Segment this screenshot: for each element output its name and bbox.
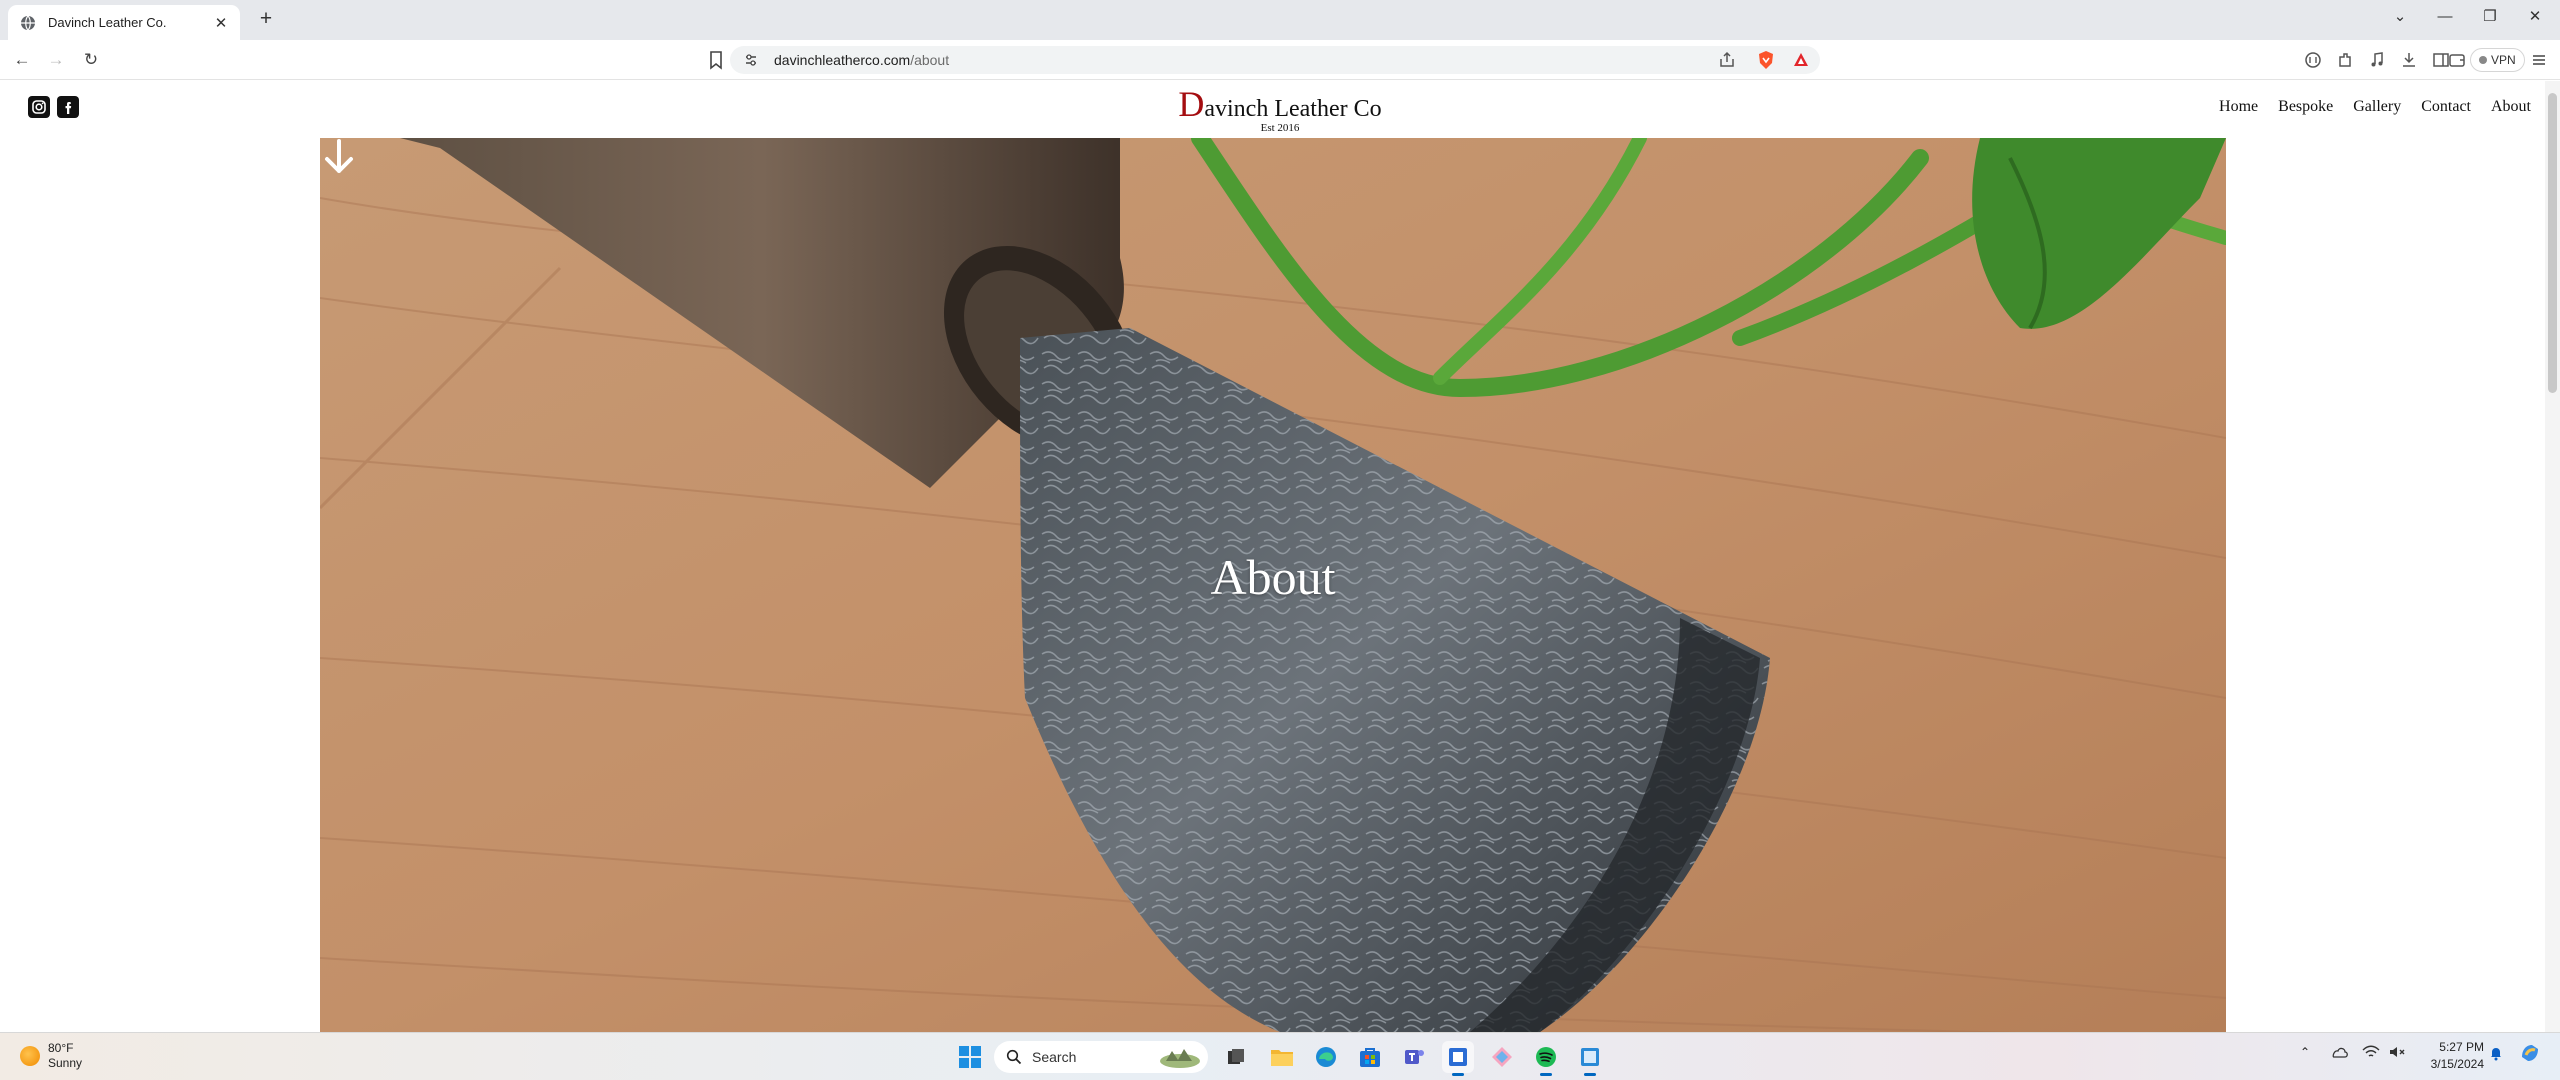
url-bar[interactable]: davinchleatherco.com/about (730, 46, 1820, 74)
site-header: Davinch Leather Co Est 2016 Home Bespoke… (0, 81, 2545, 138)
word-document-icon[interactable] (1442, 1041, 1474, 1076)
nav-gallery[interactable]: Gallery (2353, 98, 2401, 116)
brand-initial: D (1178, 84, 1205, 124)
weather-temperature: 80°F (48, 1041, 74, 1055)
clock-time: 5:27 PM (2439, 1040, 2484, 1054)
running-app-indicator (1540, 1073, 1552, 1076)
taskbar-search-label: Search (1032, 1049, 1077, 1065)
tab-search-chevron-icon[interactable]: ⌄ (2380, 2, 2420, 30)
brand-established: Est 2016 (1260, 122, 1300, 134)
scroll-down-arrow-icon[interactable] (320, 138, 358, 176)
photos-app-icon[interactable] (1486, 1041, 1518, 1073)
active-app-indicator (1452, 1073, 1464, 1076)
volume-muted-icon[interactable] (2388, 1045, 2406, 1062)
brave-shields-icon[interactable] (1755, 49, 1777, 71)
page-scrollbar[interactable] (2545, 81, 2560, 1032)
brave-rewards-icon[interactable] (1790, 49, 1812, 71)
instagram-icon[interactable] (28, 96, 50, 118)
weather-condition: Sunny (48, 1056, 83, 1070)
nav-about[interactable]: About (2491, 98, 2531, 116)
nav-home[interactable]: Home (2219, 98, 2258, 116)
task-view-icon[interactable] (1220, 1041, 1252, 1073)
menu-icon[interactable] (2528, 49, 2550, 71)
nav-bespoke[interactable]: Bespoke (2278, 98, 2333, 116)
site-nav: Home Bespoke Gallery Contact About (2219, 98, 2531, 116)
file-explorer-icon[interactable] (1266, 1041, 1298, 1073)
clock-date: 3/15/2024 (2430, 1057, 2484, 1071)
search-icon (1006, 1049, 1022, 1065)
spotify-icon[interactable] (1530, 1041, 1562, 1076)
hero-title: About (1210, 549, 1336, 605)
running-app-indicator (1584, 1073, 1596, 1076)
share-icon[interactable] (1716, 49, 1738, 71)
browser-toolbar: ← → ↻ davinchleatherco.com/about VPN (0, 40, 2560, 80)
wallet-icon[interactable] (2446, 49, 2468, 71)
hero-section: About (320, 138, 2226, 1032)
wifi-icon[interactable] (2362, 1045, 2380, 1062)
facebook-icon[interactable] (57, 96, 79, 118)
weather-widget[interactable]: 80°F Sunny (20, 1041, 82, 1071)
close-window-button[interactable]: ✕ (2515, 2, 2555, 30)
vpn-label: VPN (2491, 53, 2516, 67)
scrollbar-thumb[interactable] (2548, 93, 2557, 393)
search-highlight-illustration-icon (1160, 1049, 1200, 1068)
minimize-button[interactable]: — (2425, 2, 2465, 30)
reload-button[interactable]: ↻ (79, 49, 103, 71)
url-host: davinchleatherco.com (774, 52, 911, 68)
url-path: /about (910, 52, 950, 68)
restore-button[interactable]: ❐ (2470, 2, 2510, 30)
tab-title: Davinch Leather Co. (48, 15, 167, 30)
browser-tab-active[interactable]: Davinch Leather Co. ✕ (8, 5, 240, 40)
app-window-icon[interactable] (1574, 1041, 1606, 1076)
show-hidden-icons-chevron-icon[interactable]: ⌃ (2300, 1045, 2310, 1059)
close-tab-icon[interactable]: ✕ (212, 14, 230, 32)
notification-bell-icon[interactable] (2488, 1045, 2504, 1064)
back-button[interactable]: ← (10, 49, 34, 71)
teams-icon[interactable] (1398, 1041, 1430, 1073)
start-menu-windows-icon[interactable] (954, 1041, 986, 1073)
windows-taskbar: 80°F Sunny Search ⌃ 5:27 PM 3/15/2024 (0, 1032, 2560, 1080)
new-tab-button[interactable]: + (254, 8, 278, 32)
vpn-status-icon (2479, 56, 2487, 64)
forward-button[interactable]: → (44, 49, 68, 71)
extensions-icon[interactable] (2334, 49, 2356, 71)
sunny-weather-icon (20, 1046, 40, 1066)
copilot-icon[interactable] (2518, 1041, 2542, 1068)
site-settings-icon[interactable] (744, 53, 758, 67)
edge-browser-icon[interactable] (1310, 1041, 1342, 1073)
leo-ai-icon[interactable] (2302, 49, 2324, 71)
bookmark-icon[interactable] (706, 49, 726, 71)
brand-name: avinch Leather Co (1204, 96, 1382, 122)
vpn-button[interactable]: VPN (2470, 48, 2525, 72)
system-clock[interactable]: 5:27 PM 3/15/2024 (2410, 1039, 2484, 1073)
microsoft-store-icon[interactable] (1354, 1041, 1386, 1073)
globe-icon (21, 15, 35, 30)
onedrive-cloud-icon[interactable] (2330, 1045, 2348, 1062)
download-icon[interactable] (2398, 49, 2420, 71)
media-controls-icon[interactable] (2366, 49, 2388, 71)
brand-logo[interactable]: Davinch Leather Co Est 2016 (1080, 83, 1480, 134)
browser-tab-strip: Davinch Leather Co. ✕ + ⌄ — ❐ ✕ (0, 0, 2560, 40)
taskbar-search-box[interactable]: Search (994, 1041, 1208, 1073)
nav-contact[interactable]: Contact (2421, 98, 2471, 116)
